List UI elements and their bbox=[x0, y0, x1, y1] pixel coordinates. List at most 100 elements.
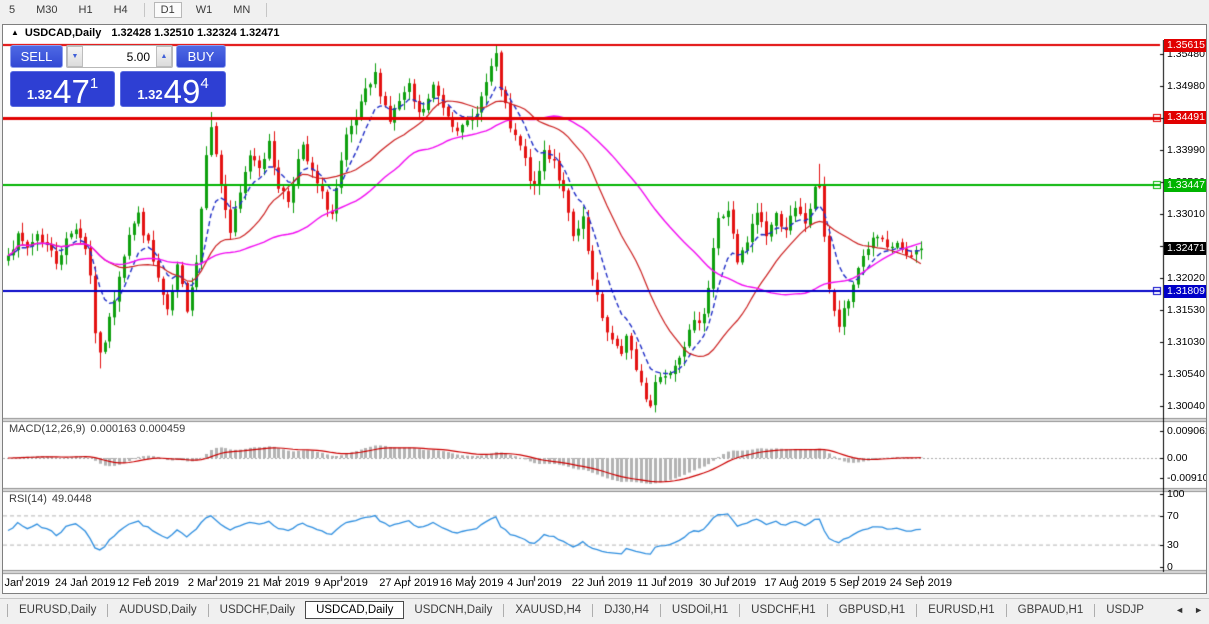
collapse-triangle-icon[interactable]: ▲ bbox=[11, 28, 19, 37]
date-axis-label: 12 Feb 2019 bbox=[117, 577, 179, 589]
chart-tab-eurusd-daily[interactable]: EURUSD,Daily bbox=[9, 601, 106, 619]
date-axis-label: 4 Jun 2019 bbox=[507, 577, 561, 589]
chart-tab-usdchf-daily[interactable]: USDCHF,Daily bbox=[210, 601, 305, 619]
rsi-axis-tick: 70 bbox=[1167, 510, 1179, 522]
date-axis-label: 24 Jan 2019 bbox=[55, 577, 116, 589]
macd-axis-tick: -0.009102 bbox=[1167, 472, 1207, 484]
price-axis-tick: 1.33010 bbox=[1167, 208, 1205, 220]
date-axis-label: 11 Jul 2019 bbox=[637, 577, 693, 589]
macd-axis-tick: 0.009062 bbox=[1167, 425, 1207, 437]
tab-scroll-left-icon[interactable]: ◄ bbox=[1175, 605, 1184, 615]
toolbar-separator bbox=[266, 3, 267, 17]
chart-symbol-label: USDCAD,Daily bbox=[25, 27, 101, 39]
date-axis-label: 17 Aug 2019 bbox=[764, 577, 826, 589]
chart-tab-usdcad-daily[interactable]: USDCAD,Daily bbox=[305, 601, 404, 619]
rsi-axis-tick: 100 bbox=[1167, 488, 1185, 500]
chart-tab-dj30-h4[interactable]: DJ30,H4 bbox=[594, 601, 659, 619]
chart-tab-xauusd-h4[interactable]: XAUUSD,H4 bbox=[505, 601, 591, 619]
date-axis-label: 9 Apr 2019 bbox=[315, 577, 368, 589]
volume-stepper: ▼ 5.00 ▲ bbox=[66, 45, 173, 68]
price-badge: 1.31809 bbox=[1164, 285, 1207, 298]
date-axis-label: 16 May 2019 bbox=[440, 577, 504, 589]
date-axis-label: 21 Mar 2019 bbox=[248, 577, 310, 589]
volume-input[interactable]: 5.00 bbox=[83, 46, 156, 67]
tab-separator bbox=[1094, 604, 1095, 617]
price-badge: 1.33447 bbox=[1164, 179, 1207, 192]
timeframe-button-w1[interactable]: W1 bbox=[189, 2, 220, 18]
price-axis-tick: 1.30540 bbox=[1167, 368, 1205, 380]
timeframe-button-m30[interactable]: M30 bbox=[29, 2, 64, 18]
price-chart-canvas[interactable] bbox=[3, 40, 1206, 593]
date-axis-label: 27 Apr 2019 bbox=[379, 577, 438, 589]
macd-name: MACD(12,26,9) bbox=[9, 423, 85, 435]
volume-decrease-icon[interactable]: ▼ bbox=[67, 46, 83, 67]
chart-tab-bar: EURUSD,DailyAUDUSD,DailyUSDCHF,DailyUSDC… bbox=[0, 598, 1209, 621]
sell-price-sup: 1 bbox=[90, 75, 98, 92]
price-axis-tick: 1.31530 bbox=[1167, 304, 1205, 316]
buy-price-sup: 4 bbox=[200, 75, 208, 92]
tab-separator bbox=[503, 604, 504, 617]
tab-scroll-arrows: ◄► bbox=[1169, 599, 1207, 621]
sell-price-big: 47 bbox=[53, 78, 90, 105]
chart-tab-usdcnh-daily[interactable]: USDCNH,Daily bbox=[404, 601, 502, 619]
timeframe-button-h1[interactable]: H1 bbox=[72, 2, 100, 18]
macd-values: 0.000163 0.000459 bbox=[90, 423, 185, 435]
price-badge: 1.32471 bbox=[1164, 242, 1207, 255]
rsi-name: RSI(14) bbox=[9, 493, 47, 505]
chart-tab-usdoil-h1[interactable]: USDOil,H1 bbox=[662, 601, 738, 619]
timeframe-toolbar: 5 M30 H1 H4 D1 W1 MN bbox=[0, 0, 1209, 19]
chart-window: ▲ USDCAD,Daily 1.32428 1.32510 1.32324 1… bbox=[2, 24, 1207, 594]
chart-tab-eurusd-h1[interactable]: EURUSD,H1 bbox=[918, 601, 1004, 619]
volume-increase-icon[interactable]: ▲ bbox=[156, 46, 172, 67]
chart-ohlc-values: 1.32428 1.32510 1.32324 1.32471 bbox=[111, 27, 279, 39]
date-axis-label: 24 Sep 2019 bbox=[890, 577, 952, 589]
timeframe-button-h4[interactable]: H4 bbox=[107, 2, 135, 18]
timeframe-button-mn[interactable]: MN bbox=[226, 2, 257, 18]
tab-separator bbox=[107, 604, 108, 617]
price-badge: 1.34491 bbox=[1164, 111, 1207, 124]
price-axis-tick: 1.34980 bbox=[1167, 80, 1205, 92]
chart-tab-gbpusd-h1[interactable]: GBPUSD,H1 bbox=[829, 601, 915, 619]
date-axis-label: 22 Jun 2019 bbox=[572, 577, 633, 589]
date-axis-label: 30 Jul 2019 bbox=[699, 577, 756, 589]
buy-price-prefix: 1.32 bbox=[137, 87, 162, 102]
buy-price-display[interactable]: 1.32 49 4 bbox=[120, 71, 226, 107]
price-axis-tick: 1.32020 bbox=[1167, 272, 1205, 284]
rsi-axis-tick: 30 bbox=[1167, 539, 1179, 551]
rsi-indicator-title: RSI(14) 49.0448 bbox=[9, 493, 92, 505]
tab-separator bbox=[916, 604, 917, 617]
timeframe-button-d1[interactable]: D1 bbox=[154, 2, 182, 18]
date-axis-label: 2 Mar 2019 bbox=[188, 577, 244, 589]
date-axis-label: 5 Sep 2019 bbox=[830, 577, 886, 589]
rsi-value: 49.0448 bbox=[52, 493, 92, 505]
rsi-axis-tick: 0 bbox=[1167, 561, 1173, 573]
tab-separator bbox=[739, 604, 740, 617]
chart-tab-usdchf-h1[interactable]: USDCHF,H1 bbox=[741, 601, 826, 619]
sell-button[interactable]: SELL bbox=[10, 45, 63, 68]
price-axis-tick: 1.31030 bbox=[1167, 336, 1205, 348]
tab-separator bbox=[592, 604, 593, 617]
chart-tab-gbpaud-h1[interactable]: GBPAUD,H1 bbox=[1008, 601, 1094, 619]
sell-price-display[interactable]: 1.32 47 1 bbox=[10, 71, 115, 107]
chart-title-bar: ▲ USDCAD,Daily 1.32428 1.32510 1.32324 1… bbox=[3, 25, 1206, 40]
one-click-trade-panel: SELL ▼ 5.00 ▲ BUY 1.32 47 1 1.32 49 4 bbox=[8, 44, 228, 107]
tab-separator bbox=[208, 604, 209, 617]
price-axis-tick: 1.30040 bbox=[1167, 400, 1205, 412]
price-axis-tick: 1.33990 bbox=[1167, 144, 1205, 156]
macd-indicator-title: MACD(12,26,9) 0.000163 0.000459 bbox=[9, 423, 185, 435]
sell-price-prefix: 1.32 bbox=[27, 87, 52, 102]
tab-separator bbox=[7, 604, 8, 617]
macd-axis-tick: 0.00 bbox=[1167, 452, 1187, 464]
buy-price-big: 49 bbox=[164, 78, 201, 105]
buy-button[interactable]: BUY bbox=[176, 45, 226, 68]
chart-tab-audusd-daily[interactable]: AUDUSD,Daily bbox=[109, 601, 206, 619]
tab-separator bbox=[1006, 604, 1007, 617]
tab-scroll-right-icon[interactable]: ► bbox=[1194, 605, 1203, 615]
date-axis-label: 5 Jan 2019 bbox=[2, 577, 50, 589]
tab-separator bbox=[660, 604, 661, 617]
chart-tab-usdjp[interactable]: USDJP bbox=[1096, 601, 1154, 619]
timeframe-button-5[interactable]: 5 bbox=[2, 2, 22, 18]
price-badge: 1.35615 bbox=[1164, 39, 1207, 52]
tab-separator bbox=[827, 604, 828, 617]
toolbar-separator bbox=[144, 3, 145, 17]
